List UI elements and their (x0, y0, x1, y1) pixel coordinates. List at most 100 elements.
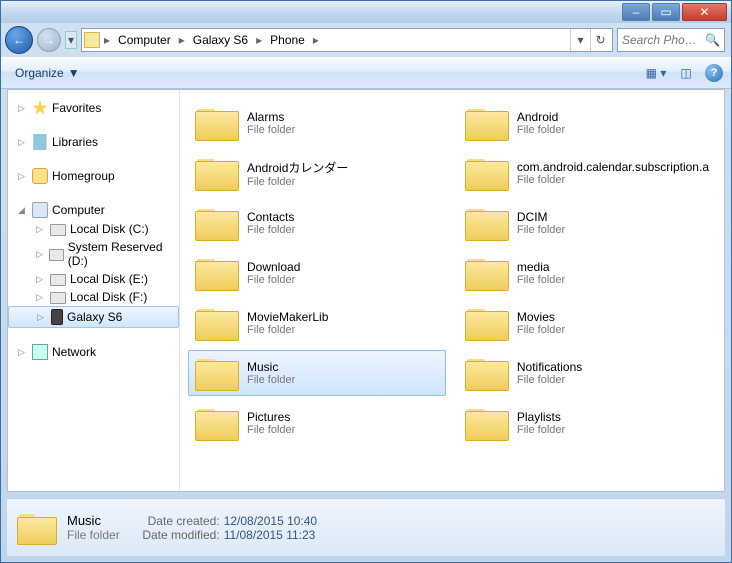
expand-icon[interactable]: ▷ (18, 103, 28, 114)
folder-icon (465, 205, 507, 241)
nav-label: Network (52, 345, 96, 359)
folder-item[interactable]: AndroidカレンダーFile folder (188, 150, 446, 196)
nav-label: Favorites (52, 101, 101, 115)
details-modified-label: Date modified: (132, 528, 220, 542)
search-icon: 🔍 (705, 33, 720, 47)
folder-icon (465, 355, 507, 391)
preview-pane-button[interactable]: ◫ (675, 62, 697, 84)
nav-computer[interactable]: ◢ Computer (8, 200, 179, 220)
expand-icon[interactable]: ▷ (36, 292, 46, 303)
minimize-button[interactable]: – (622, 3, 650, 21)
nav-label: System Reserved (D:) (68, 240, 175, 268)
details-modified-value: 11/08/2015 11:23 (224, 528, 316, 542)
breadcrumb-segment[interactable]: Galaxy S6 (189, 31, 252, 49)
location-icon (84, 32, 100, 48)
folder-type: File folder (247, 124, 295, 136)
organize-button[interactable]: Organize ▼ (9, 64, 86, 82)
folder-type: File folder (517, 324, 565, 336)
folder-item[interactable]: AndroidFile folder (458, 100, 716, 146)
expand-icon[interactable]: ▷ (18, 171, 28, 182)
nav-label: Local Disk (F:) (70, 290, 147, 304)
view-options-button[interactable]: ▦ ▾ (645, 62, 667, 84)
chevron-down-icon: ▼ (68, 66, 80, 80)
nav-network[interactable]: ▷ Network (8, 342, 179, 362)
details-created-label: Date created: (132, 514, 220, 528)
expand-icon[interactable]: ▷ (36, 274, 46, 285)
search-input[interactable] (622, 33, 702, 47)
refresh-button[interactable]: ↻ (590, 29, 610, 51)
folder-type: File folder (517, 174, 709, 186)
drive-icon (50, 224, 66, 236)
search-box[interactable]: 🔍 (617, 28, 725, 52)
folder-item[interactable]: PlaylistsFile folder (458, 400, 716, 446)
folder-icon (17, 511, 55, 545)
folder-item[interactable]: mediaFile folder (458, 250, 716, 296)
history-dropdown[interactable]: ▾ (65, 31, 77, 49)
folder-item[interactable]: NotificationsFile folder (458, 350, 716, 396)
nav-libraries[interactable]: ▷ Libraries (8, 132, 179, 152)
folder-type: File folder (247, 224, 295, 236)
maximize-button[interactable]: ▭ (652, 3, 680, 21)
folder-type: File folder (247, 324, 328, 336)
folder-icon (465, 105, 507, 141)
titlebar: – ▭ ✕ (1, 1, 731, 23)
nav-drive[interactable]: ▷ Local Disk (F:) (8, 288, 179, 306)
nav-homegroup[interactable]: ▷ Homegroup (8, 166, 179, 186)
folder-item[interactable]: MovieMakerLibFile folder (188, 300, 446, 346)
close-button[interactable]: ✕ (682, 3, 727, 21)
expand-icon[interactable]: ▷ (18, 137, 28, 148)
folder-name: Android (517, 110, 565, 124)
nav-drive[interactable]: ▷ System Reserved (D:) (8, 238, 179, 270)
nav-galaxy-s6[interactable]: ▷ Galaxy S6 (8, 306, 179, 328)
folder-name: Alarms (247, 110, 295, 124)
address-row: ← → ▾ ▸ Computer ▸ Galaxy S6 ▸ Phone ▸ ▾… (1, 23, 731, 57)
folder-type: File folder (517, 274, 565, 286)
nav-drive[interactable]: ▷ Local Disk (E:) (8, 270, 179, 288)
address-dropdown-button[interactable]: ▾ (570, 29, 590, 51)
folder-icon (465, 155, 507, 191)
folder-icon (195, 155, 237, 191)
collapse-icon[interactable]: ◢ (18, 205, 28, 216)
folder-item[interactable]: ContactsFile folder (188, 200, 446, 246)
nav-drive[interactable]: ▷ Local Disk (C:) (8, 220, 179, 238)
folder-item[interactable]: AlarmsFile folder (188, 100, 446, 146)
breadcrumb-segment[interactable]: Phone (266, 31, 309, 49)
toolbar: Organize ▼ ▦ ▾ ◫ ? (1, 57, 731, 89)
nav-label: Local Disk (E:) (70, 272, 148, 286)
nav-favorites[interactable]: ▷ Favorites (8, 98, 179, 118)
network-icon (32, 344, 48, 360)
folder-name: Music (247, 360, 295, 374)
folder-name: Notifications (517, 360, 582, 374)
expand-icon[interactable]: ▷ (18, 347, 28, 358)
breadcrumb-segment[interactable]: Computer (114, 31, 175, 49)
chevron-right-icon[interactable]: ▸ (177, 33, 187, 47)
folder-item[interactable]: MoviesFile folder (458, 300, 716, 346)
folder-item[interactable]: com.android.calendar.subscription.aFile … (458, 150, 716, 196)
chevron-right-icon[interactable]: ▸ (102, 33, 112, 47)
folder-name: Androidカレンダー (247, 159, 348, 176)
drive-icon (49, 249, 64, 261)
folder-item[interactable]: DCIMFile folder (458, 200, 716, 246)
details-created-value: 12/08/2015 10:40 (224, 514, 317, 528)
folder-item[interactable]: MusicFile folder (188, 350, 446, 396)
folder-item[interactable]: PicturesFile folder (188, 400, 446, 446)
libraries-icon (32, 134, 48, 150)
forward-button[interactable]: → (37, 28, 61, 52)
drive-icon (50, 274, 66, 286)
chevron-right-icon[interactable]: ▸ (254, 33, 264, 47)
expand-icon[interactable]: ▷ (36, 224, 46, 235)
expand-icon[interactable]: ▷ (37, 312, 47, 323)
back-button[interactable]: ← (5, 26, 33, 54)
homegroup-icon (32, 168, 48, 184)
folder-icon (465, 255, 507, 291)
folder-type: File folder (247, 274, 300, 286)
folder-icon (195, 255, 237, 291)
nav-label: Homegroup (52, 169, 115, 183)
body: ▷ Favorites ▷ Libraries ▷ Homegroup (7, 89, 725, 492)
breadcrumb[interactable]: ▸ Computer ▸ Galaxy S6 ▸ Phone ▸ ▾ ↻ (81, 28, 613, 52)
folder-item[interactable]: DownloadFile folder (188, 250, 446, 296)
chevron-right-icon[interactable]: ▸ (311, 33, 321, 47)
expand-icon[interactable]: ▷ (36, 249, 45, 260)
details-name: Music (67, 513, 120, 528)
help-button[interactable]: ? (705, 64, 723, 82)
